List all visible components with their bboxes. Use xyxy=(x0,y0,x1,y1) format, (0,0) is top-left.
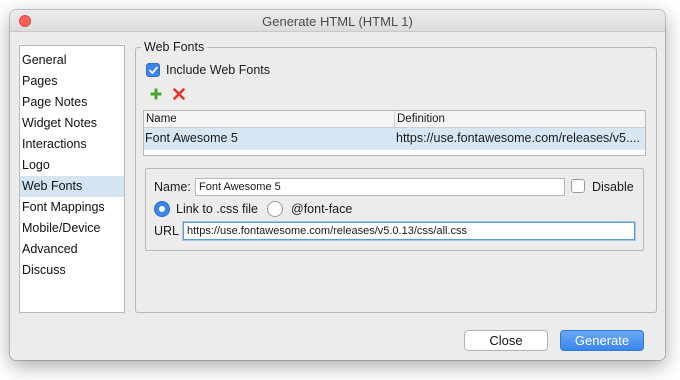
web-fonts-table: Name Definition Font Awesome 5 https://u… xyxy=(143,110,646,156)
sidebar-item-discuss[interactable]: Discuss xyxy=(20,260,124,281)
link-css-radio[interactable] xyxy=(154,201,170,217)
include-web-fonts-label[interactable]: Include Web Fonts xyxy=(166,63,270,77)
name-label: Name: xyxy=(154,180,191,194)
disable-label[interactable]: Disable xyxy=(592,180,634,194)
sidebar-item-general[interactable]: General xyxy=(20,50,124,71)
sidebar-item-mobile-device[interactable]: Mobile/Device xyxy=(20,218,124,239)
font-definition-cell: https://use.fontawesome.com/releases/v5.… xyxy=(396,131,640,145)
generate-button[interactable]: Generate xyxy=(560,330,644,351)
table-row[interactable]: Font Awesome 5 https://use.fontawesome.c… xyxy=(144,128,645,150)
include-web-fonts-checkbox[interactable] xyxy=(146,63,160,77)
sidebar-item-font-mappings[interactable]: Font Mappings xyxy=(20,197,124,218)
plus-icon[interactable] xyxy=(150,88,162,100)
font-name-cell: Font Awesome 5 xyxy=(145,131,238,145)
url-label: URL xyxy=(154,224,180,238)
settings-sidebar: General Pages Page Notes Widget Notes In… xyxy=(19,45,125,313)
column-header-definition[interactable]: Definition xyxy=(395,111,645,128)
sidebar-item-advanced[interactable]: Advanced xyxy=(20,239,124,260)
font-face-label[interactable]: @font-face xyxy=(291,202,352,216)
sidebar-item-pages[interactable]: Pages xyxy=(20,71,124,92)
column-header-name[interactable]: Name xyxy=(144,111,395,128)
window-title: Generate HTML (HTML 1) xyxy=(262,14,413,29)
url-input[interactable]: https://use.fontawesome.com/releases/v5.… xyxy=(183,222,635,240)
sidebar-item-web-fonts[interactable]: Web Fonts xyxy=(20,176,124,197)
sidebar-item-logo[interactable]: Logo xyxy=(20,155,124,176)
disable-checkbox[interactable] xyxy=(571,179,585,193)
x-icon[interactable] xyxy=(173,88,185,100)
font-face-radio[interactable] xyxy=(267,201,283,217)
sidebar-item-page-notes[interactable]: Page Notes xyxy=(20,92,124,113)
web-fonts-legend: Web Fonts xyxy=(141,40,208,54)
link-css-label[interactable]: Link to .css file xyxy=(176,202,258,216)
checkmark-icon xyxy=(149,66,158,74)
font-name-input[interactable]: Font Awesome 5 xyxy=(195,178,565,196)
sidebar-item-interactions[interactable]: Interactions xyxy=(20,134,124,155)
title-bar: Generate HTML (HTML 1) xyxy=(10,10,665,32)
close-button[interactable]: Close xyxy=(464,330,548,351)
sidebar-item-widget-notes[interactable]: Widget Notes xyxy=(20,113,124,134)
